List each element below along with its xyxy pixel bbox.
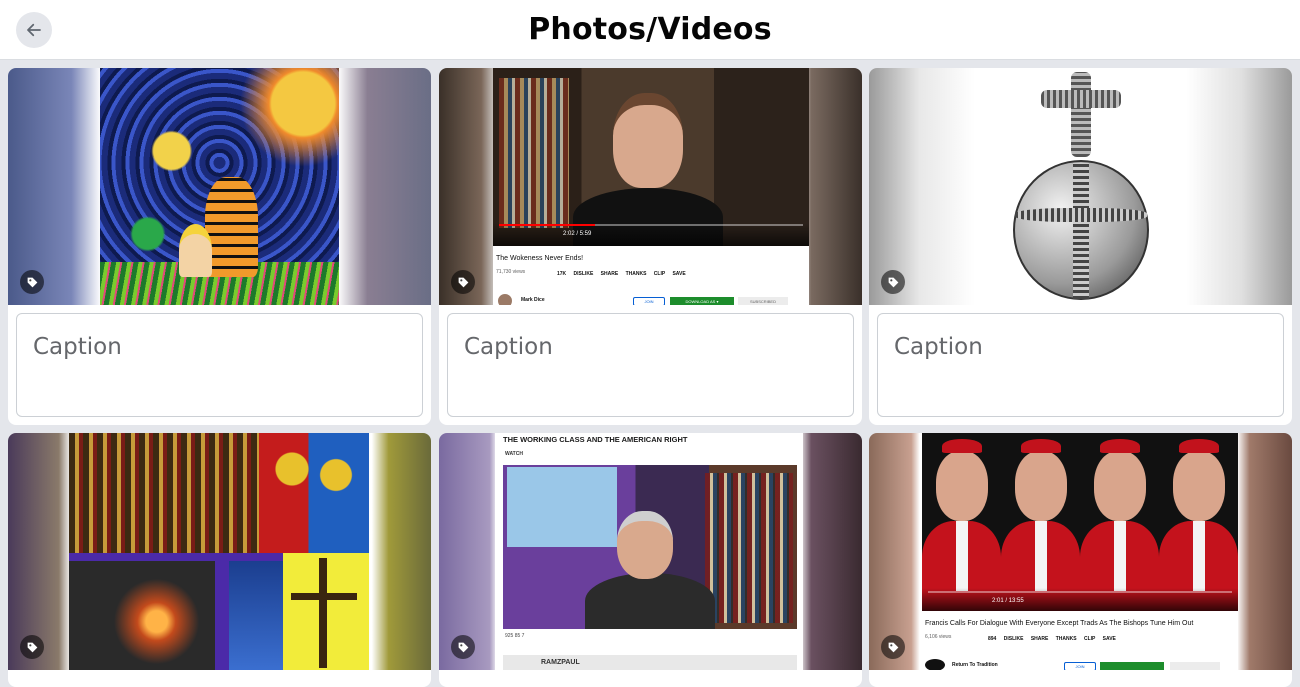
tag-button[interactable] [881, 635, 905, 659]
tag-button[interactable] [20, 270, 44, 294]
video-header-text: THE WORKING CLASS AND THE AMERICAN RIGHT [503, 435, 688, 444]
tag-icon [888, 642, 898, 652]
ramzpaul-video-screenshot: THE WORKING CLASS AND THE AMERICAN RIGHT… [495, 433, 803, 670]
media-preview[interactable] [8, 68, 431, 305]
video-actions: 17K DISLIKE SHARE THANKS CLIP SAVE [557, 271, 686, 277]
channel-name: Return To Tradition [952, 662, 998, 668]
caption-field[interactable] [447, 313, 854, 417]
media-preview[interactable]: 2:01 / 13:55 Francis Calls For Dialogue … [869, 433, 1292, 670]
tag-button[interactable] [451, 270, 475, 294]
religious-art-collage-image [69, 433, 369, 670]
caption-input[interactable] [448, 314, 853, 416]
media-card [8, 433, 431, 687]
video-time: 2:02 / 5:59 [563, 231, 592, 237]
cardinals-youtube-screenshot: 2:01 / 13:55 Francis Calls For Dialogue … [922, 433, 1238, 670]
media-card: THE WORKING CLASS AND THE AMERICAN RIGHT… [439, 433, 862, 687]
caption-input[interactable] [17, 314, 422, 416]
caption-input[interactable] [878, 314, 1283, 416]
caption-field[interactable] [16, 313, 423, 417]
youtube-video-screenshot: 2:02 / 5:59 The Wokeness Never Ends! 71,… [493, 68, 809, 305]
video-views: 71,730 views [496, 269, 526, 275]
join-label: JOIN [633, 297, 665, 305]
media-card [8, 68, 431, 425]
join-label: JOIN [1064, 662, 1096, 670]
video-title: Francis Calls For Dialogue With Everyone… [925, 620, 1194, 627]
watch-label: WATCH [505, 451, 523, 457]
page-title: Photos/Videos [528, 12, 772, 47]
starry-night-calvin-hobbes-image [100, 68, 339, 305]
media-preview[interactable] [8, 433, 431, 670]
download-label: DOWNLOAD AS ▾ [670, 297, 734, 305]
media-preview[interactable] [869, 68, 1292, 305]
media-card: 2:01 / 13:55 Francis Calls For Dialogue … [869, 433, 1292, 687]
video-stats: 925 85 7 [505, 633, 525, 639]
media-preview[interactable]: THE WORKING CLASS AND THE AMERICAN RIGHT… [439, 433, 862, 670]
tag-icon [458, 642, 468, 652]
tag-button[interactable] [881, 270, 905, 294]
video-views: 6,106 views [925, 634, 952, 640]
tag-icon [458, 277, 468, 287]
globus-cruciger-image [1009, 68, 1153, 305]
caption-field[interactable] [877, 313, 1284, 417]
tag-button[interactable] [20, 635, 44, 659]
tag-button[interactable] [451, 635, 475, 659]
media-card: 2:02 / 5:59 The Wokeness Never Ends! 71,… [439, 68, 862, 425]
subscribed-label: SUBSCRIBED [738, 297, 788, 305]
channel-name: RAMZPAUL [541, 659, 580, 666]
video-title: The Wokeness Never Ends! [496, 255, 584, 262]
media-preview[interactable]: 2:02 / 5:59 The Wokeness Never Ends! 71,… [439, 68, 862, 305]
tag-icon [27, 277, 37, 287]
header-bar: Photos/Videos [0, 0, 1300, 60]
tag-icon [888, 277, 898, 287]
channel-name: Mark Dice [521, 297, 545, 303]
video-time: 2:01 / 13:55 [992, 598, 1024, 604]
video-actions: 894 DISLIKE SHARE THANKS CLIP SAVE [988, 636, 1116, 642]
tag-icon [27, 642, 37, 652]
media-card [869, 68, 1292, 425]
